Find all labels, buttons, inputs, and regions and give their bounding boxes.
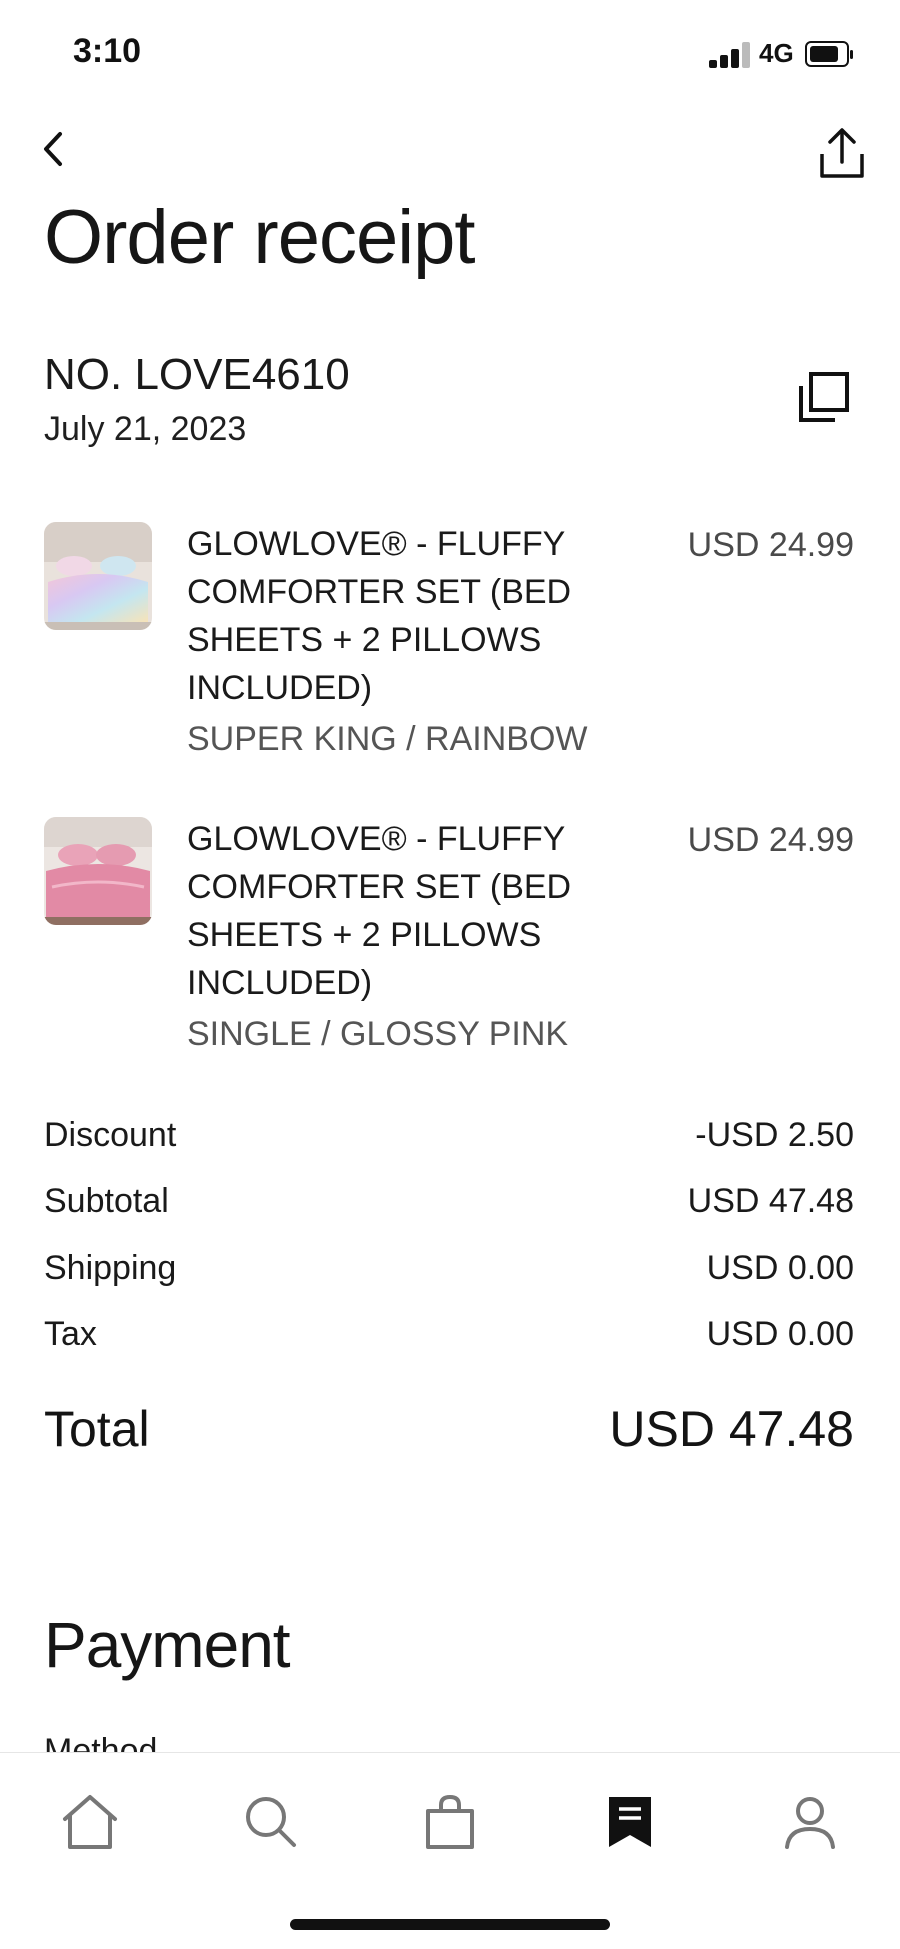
tax-label: Tax [44,1315,97,1353]
subtotal-label: Subtotal [44,1182,169,1220]
discount-label: Discount [44,1116,177,1154]
tab-search[interactable] [236,1787,306,1857]
total-value: USD 47.48 [609,1401,854,1457]
order-item[interactable]: GLOWLOVE® - FLUFFY COMFORTER SET (BED SH… [0,815,900,1055]
copy-button[interactable] [795,370,851,426]
product-thumbnail[interactable] [44,817,152,925]
shopping-bag-icon [426,1794,474,1849]
home-icon [63,1795,117,1849]
payment-heading: Payment [44,1609,291,1681]
tab-shop[interactable] [415,1787,485,1857]
tab-orders[interactable] [595,1787,665,1857]
item-title: GLOWLOVE® - FLUFFY COMFORTER SET (BED SH… [187,525,572,707]
order-item[interactable]: GLOWLOVE® - FLUFFY COMFORTER SET (BED SH… [0,520,900,760]
tab-profile[interactable] [775,1787,845,1857]
item-price: USD 24.99 [687,526,854,564]
profile-icon [785,1797,835,1849]
search-icon [246,1797,296,1847]
share-button[interactable] [812,124,872,184]
page-title: Order receipt [44,195,475,280]
copy-icon [799,372,849,422]
order-number: NO. LOVE4610 [44,350,350,399]
item-variant: SUPER KING / RAINBOW [187,720,588,758]
item-title: GLOWLOVE® - FLUFFY COMFORTER SET (BED SH… [187,820,572,1002]
discount-value: -USD 2.50 [695,1116,854,1154]
order-date: July 21, 2023 [44,410,247,448]
share-icon [820,128,864,178]
receipt-icon [609,1797,651,1847]
item-variant: SINGLE / GLOSSY PINK [187,1015,569,1053]
battery-icon [805,41,853,67]
item-price: USD 24.99 [687,821,854,859]
tax-value: USD 0.00 [706,1315,854,1353]
total-label: Total [44,1401,150,1457]
status-bar: 3:10 4G [0,0,900,104]
subtotal-value: USD 47.48 [687,1182,854,1220]
tab-home[interactable] [55,1787,125,1857]
network-label: 4G [759,38,794,68]
shipping-label: Shipping [44,1249,177,1287]
shipping-value: USD 0.00 [706,1249,854,1287]
status-time: 3:10 [73,32,142,70]
chevron-left-icon [44,132,62,166]
home-indicator[interactable] [290,1919,610,1930]
product-thumbnail[interactable] [44,522,152,630]
signal-icon [709,42,751,68]
back-button[interactable] [36,124,72,174]
